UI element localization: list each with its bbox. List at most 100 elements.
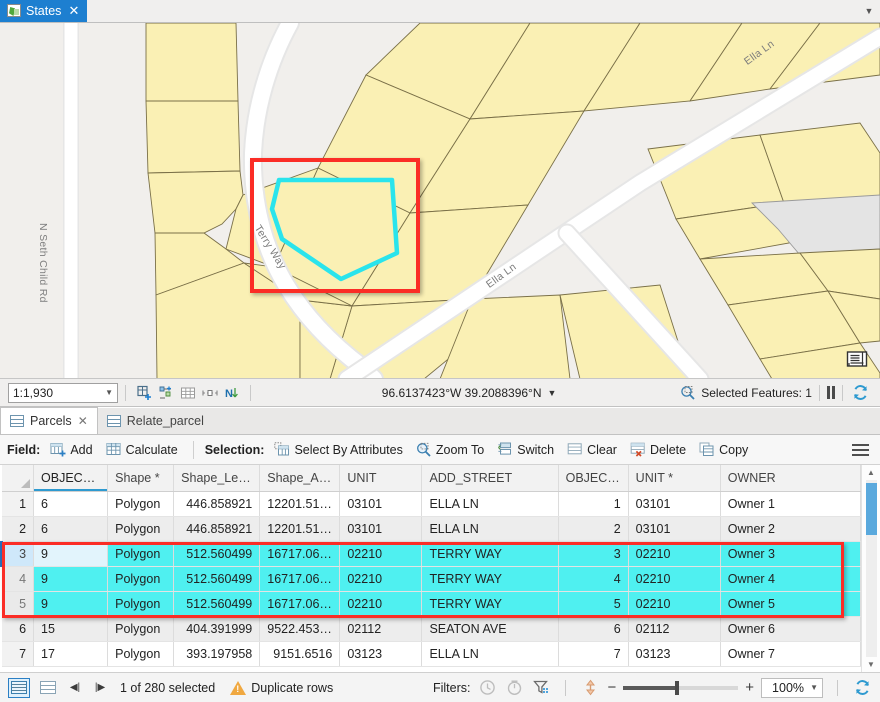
cell-objectid[interactable]: 15: [34, 616, 108, 641]
zoom-slider-knob[interactable]: [675, 681, 679, 695]
table-row[interactable]: 717Polygon393.1979589151.651603123ELLA L…: [2, 641, 861, 666]
table-row[interactable]: 615Polygon404.3919999522.45344902112SEAT…: [2, 616, 861, 641]
go-to-last-record-icon[interactable]: |▶: [91, 682, 109, 693]
column-header-addstreet[interactable]: ADD_STREET: [422, 465, 558, 491]
zoom-out-button[interactable]: −: [607, 679, 616, 696]
refresh-icon[interactable]: [852, 678, 872, 698]
cell-shapelen[interactable]: 404.391999: [174, 616, 260, 641]
cell-unit[interactable]: 03123: [340, 641, 422, 666]
chevron-down-icon[interactable]: ▼: [548, 388, 557, 398]
select-all-corner[interactable]: [2, 465, 34, 491]
table-row[interactable]: 39Polygon512.56049916717.063902210TERRY …: [2, 541, 861, 566]
row-header[interactable]: 1: [2, 491, 34, 516]
cell-unit[interactable]: 02210: [340, 591, 422, 616]
cell-shapelen[interactable]: 446.858921: [174, 491, 260, 516]
cell-unit2[interactable]: 02112: [628, 616, 720, 641]
select-by-attributes-button[interactable]: Select By Attributes: [270, 440, 406, 459]
zoom-in-button[interactable]: +: [745, 679, 754, 696]
cell-objectid[interactable]: 6: [34, 491, 108, 516]
cell-shape[interactable]: Polygon: [108, 516, 174, 541]
cell-objectid[interactable]: 9: [34, 591, 108, 616]
cell-addstreet[interactable]: TERRY WAY: [422, 591, 558, 616]
cell-addstreet[interactable]: SEATON AVE: [422, 616, 558, 641]
cell-unit2[interactable]: 02210: [628, 591, 720, 616]
cell-shapearea[interactable]: 9522.453449: [260, 616, 340, 641]
duplicate-rows-warning[interactable]: Duplicate rows: [230, 681, 333, 695]
table-row[interactable]: 26Polygon446.85892112201.5124503101ELLA …: [2, 516, 861, 541]
chevron-down-icon[interactable]: ▼: [105, 388, 113, 397]
table-vertical-scrollbar[interactable]: ▲ ▼: [861, 465, 880, 672]
cell-owner[interactable]: Owner 6: [720, 616, 860, 641]
cell-unit2[interactable]: 03101: [628, 491, 720, 516]
table-tab-relate-parcel[interactable]: Relate_parcel: [98, 408, 213, 434]
column-header-unit[interactable]: UNIT: [340, 465, 422, 491]
close-icon[interactable]: ✕: [68, 4, 79, 17]
zoom-to-button[interactable]: Zoom To: [412, 440, 488, 459]
copy-button[interactable]: Copy: [695, 440, 752, 459]
cell-shapearea[interactable]: 16717.0639: [260, 591, 340, 616]
cell-shape[interactable]: Polygon: [108, 541, 174, 566]
cell-shapearea[interactable]: 16717.0639: [260, 566, 340, 591]
cell-objectid[interactable]: 6: [34, 516, 108, 541]
attribute-table[interactable]: OBJECTID *Shape *Shape_LengthShape_AreaU…: [0, 465, 880, 672]
go-to-first-record-icon[interactable]: ◀|: [66, 682, 84, 693]
cell-unit[interactable]: 03101: [340, 491, 422, 516]
row-header[interactable]: 7: [2, 641, 34, 666]
table-tab-parcels[interactable]: Parcels ✕: [0, 407, 98, 434]
delete-selection-button[interactable]: Delete: [626, 440, 690, 459]
cell-owner[interactable]: Owner 2: [720, 516, 860, 541]
map-canvas[interactable]: .pf { fill:#faf0b4; stroke:#7a7048; stro…: [0, 23, 880, 379]
cell-shapelen[interactable]: 512.560499: [174, 591, 260, 616]
pause-drawing-icon[interactable]: [827, 386, 835, 399]
column-header-shapelen[interactable]: Shape_Length: [174, 465, 260, 491]
cell-objectid2[interactable]: 2: [558, 516, 628, 541]
table-view-toggle[interactable]: [8, 678, 30, 698]
cell-objectid[interactable]: 9: [34, 541, 108, 566]
cell-shapearea[interactable]: 9151.6516: [260, 641, 340, 666]
cell-objectid2[interactable]: 3: [558, 541, 628, 566]
cell-shapelen[interactable]: 446.858921: [174, 516, 260, 541]
chevron-down-icon[interactable]: ▼: [810, 683, 818, 692]
cell-unit2[interactable]: 03123: [628, 641, 720, 666]
cell-owner[interactable]: Owner 7: [720, 641, 860, 666]
refresh-icon[interactable]: [850, 383, 872, 403]
cell-objectid2[interactable]: 7: [558, 641, 628, 666]
switch-selection-button[interactable]: Switch: [493, 440, 558, 459]
column-header-shapearea[interactable]: Shape_Area: [260, 465, 340, 491]
grid-icon[interactable]: [177, 383, 199, 403]
cell-shape[interactable]: Polygon: [108, 566, 174, 591]
cell-objectid2[interactable]: 6: [558, 616, 628, 641]
cell-unit[interactable]: 02112: [340, 616, 422, 641]
table-row[interactable]: 49Polygon512.56049916717.063902210TERRY …: [2, 566, 861, 591]
selected-records-filter-icon[interactable]: [580, 678, 600, 698]
close-icon[interactable]: ✕: [78, 414, 88, 428]
north-arrow-icon[interactable]: N: [221, 383, 243, 403]
row-header[interactable]: 3: [2, 541, 34, 566]
zoom-slider[interactable]: [623, 686, 738, 690]
map-scale-combobox[interactable]: 1:1,930 ▼: [8, 383, 118, 403]
cell-owner[interactable]: Owner 1: [720, 491, 860, 516]
add-bookmark-icon[interactable]: [133, 383, 155, 403]
hamburger-menu-icon[interactable]: [852, 444, 873, 456]
cell-shape[interactable]: Polygon: [108, 591, 174, 616]
cell-addstreet[interactable]: ELLA LN: [422, 516, 558, 541]
map-coordinates[interactable]: 96.6137423°W 39.2088396°N ▼: [382, 386, 557, 400]
time-filter-icon[interactable]: [477, 678, 497, 698]
chevron-down-icon[interactable]: ▼: [858, 0, 880, 22]
scroll-down-arrow-icon[interactable]: ▼: [862, 657, 880, 672]
clear-selection-button[interactable]: Clear: [563, 440, 621, 459]
cell-shape[interactable]: Polygon: [108, 641, 174, 666]
add-field-button[interactable]: Add: [46, 440, 96, 459]
cell-shapearea[interactable]: 12201.51245: [260, 516, 340, 541]
definition-filter-icon[interactable]: [531, 678, 551, 698]
cell-addstreet[interactable]: TERRY WAY: [422, 566, 558, 591]
cell-unit2[interactable]: 02210: [628, 541, 720, 566]
cell-unit2[interactable]: 03101: [628, 516, 720, 541]
cell-unit[interactable]: 03101: [340, 516, 422, 541]
cell-owner[interactable]: Owner 4: [720, 566, 860, 591]
cell-addstreet[interactable]: ELLA LN: [422, 641, 558, 666]
cell-owner[interactable]: Owner 5: [720, 591, 860, 616]
row-header[interactable]: 6: [2, 616, 34, 641]
cell-unit[interactable]: 02210: [340, 541, 422, 566]
column-header-shape[interactable]: Shape *: [108, 465, 174, 491]
